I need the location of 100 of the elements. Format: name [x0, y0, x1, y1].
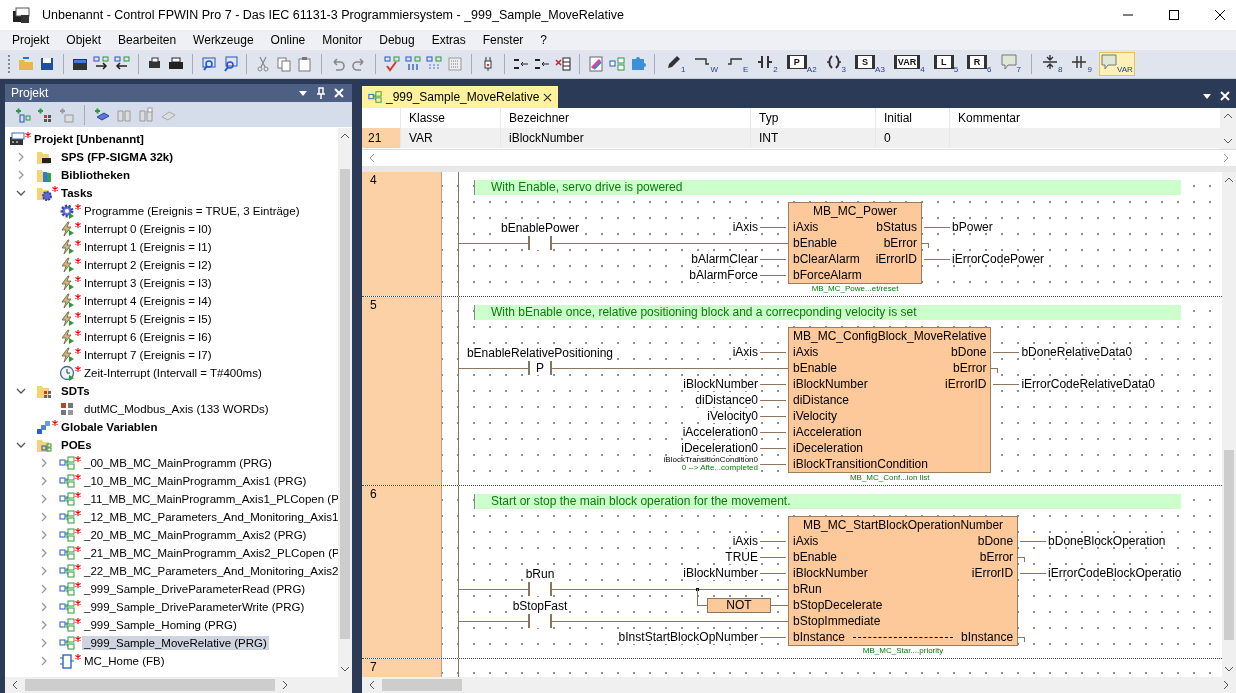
tree-item[interactable]: _999_Sample_MoveRelative (PRG) — [82, 636, 269, 650]
paste-icon[interactable] — [297, 56, 313, 72]
tree-item[interactable]: _999_Sample_DriveParameterWrite (PRG) — [82, 600, 307, 614]
menu-item[interactable]: ? — [540, 33, 557, 47]
tree-item[interactable]: Interrupt 2 (Ereignis = I2) — [82, 258, 214, 272]
save-icon[interactable] — [39, 56, 55, 72]
scissors-icon[interactable] — [255, 56, 271, 72]
search-icon[interactable] — [222, 56, 238, 72]
copy-icon[interactable] — [276, 56, 292, 72]
scrollbar-thumb[interactable] — [25, 679, 275, 691]
tree-item[interactable]: Interrupt 0 (Ereignis = I0) — [82, 222, 214, 236]
expander-icon[interactable] — [16, 386, 26, 396]
dropdown-icon[interactable] — [298, 88, 308, 98]
scrollbar-thumb[interactable] — [340, 168, 350, 639]
scrollbar-thumb[interactable] — [382, 679, 462, 691]
tree-item[interactable]: Interrupt 3 (Ereignis = I3) — [82, 276, 214, 290]
add-book-icon[interactable] — [94, 106, 110, 123]
scroll-left-icon[interactable] — [368, 680, 376, 690]
menu-item[interactable]: Extras — [431, 33, 475, 47]
pin-icon[interactable] — [316, 87, 326, 99]
scroll-right-icon[interactable] — [1222, 153, 1230, 163]
menu-item[interactable]: Objekt — [66, 33, 111, 47]
coil-tool[interactable]: 3 — [823, 52, 849, 76]
function-block[interactable]: MB_MC_ConfigBlock_MoveRelative iAxis bDone bEnable bError iBlockNumber iErrorID diDistance iVelocity iAcceleration iDeceleration iBlockTransitionCondition — [788, 327, 992, 473]
menu-item[interactable]: Fenster — [482, 33, 533, 47]
search-icon[interactable] — [201, 56, 217, 72]
dropdown-icon[interactable] — [1202, 91, 1212, 101]
contact-symbol[interactable]: P — [528, 361, 552, 375]
maximize-icon[interactable] — [1168, 9, 1180, 21]
tree-item[interactable]: Interrupt 1 (Ereignis = I1) — [82, 240, 214, 254]
tree-item[interactable]: Projekt [Unbenannt] — [32, 132, 146, 146]
split-tool[interactable]: 8 — [1040, 52, 1065, 76]
tree-item[interactable]: Interrupt 5 (Ereignis = I5) — [82, 312, 214, 326]
tree-item[interactable]: _12_MB_MC_Parameters_And_Monitoring_Axis1 — [82, 510, 338, 524]
tree-item[interactable]: dutMC_Modbus_Axis (133 WORDs) — [82, 402, 271, 416]
wire-tool[interactable]: W — [692, 52, 720, 76]
rung-icon[interactable] — [534, 56, 550, 72]
scroll-down-icon[interactable] — [1224, 665, 1234, 673]
menu-item[interactable]: Online — [270, 33, 315, 47]
function-block[interactable]: MB_MC_StartBlockOperationNumber iAxis bDone bEnable bError iBlockNumber iErrorID bRun bStopDecelerate bStopImmediate bInstance bInstance — [788, 516, 1019, 646]
plc-icon[interactable] — [72, 56, 88, 72]
not-gate[interactable]: NOT — [707, 598, 771, 613]
jump-tool[interactable]: R 6 — [965, 52, 994, 76]
menu-item[interactable]: Bearbeiten — [118, 33, 186, 47]
close-icon[interactable] — [1214, 9, 1226, 21]
scrollbar-thumb[interactable] — [1224, 449, 1234, 640]
tree-item[interactable]: SPS (FP-SIGMA 32k) — [59, 150, 176, 164]
tree-item[interactable]: Tasks — [59, 186, 95, 200]
tree-item[interactable]: _999_Sample_Homing (PRG) — [82, 618, 239, 632]
undo-icon[interactable] — [330, 56, 346, 72]
pencil-tool[interactable]: 1 — [663, 52, 688, 76]
tree-item[interactable]: POEs — [59, 438, 94, 452]
tree-item[interactable]: Zeit-Interrupt (Intervall = T#400ms) — [82, 366, 264, 380]
scroll-down-icon[interactable] — [340, 665, 350, 673]
scroll-up-icon[interactable] — [340, 132, 350, 140]
arrows-down-icon[interactable] — [405, 56, 421, 72]
speech-bubble-tool[interactable]: VAR — [1098, 52, 1135, 76]
add-icon[interactable] — [15, 106, 31, 123]
coil-tool[interactable]: S A3 — [853, 52, 887, 76]
tree-item[interactable]: _999_Sample_DriveParameterRead (PRG) — [82, 582, 308, 596]
tree-item[interactable]: Interrupt 4 (Ereignis = I4) — [82, 294, 214, 308]
wire-tool[interactable]: E — [725, 52, 751, 76]
check-icon[interactable] — [384, 56, 400, 72]
arrows-down-icon[interactable] — [426, 56, 442, 72]
menu-item[interactable]: Werkzeuge — [193, 33, 263, 47]
printer-icon[interactable] — [168, 56, 184, 72]
rung-icon[interactable] — [513, 56, 529, 72]
tree-item[interactable]: Programme (Ereignis = TRUE, 3 Einträge) — [82, 204, 302, 218]
open-folder-icon[interactable] — [18, 56, 34, 72]
menu-item[interactable]: Projekt — [12, 33, 59, 47]
redo-icon[interactable] — [351, 56, 367, 72]
menu-item[interactable]: Debug — [379, 33, 424, 47]
contact-tool[interactable]: P A2 — [784, 52, 819, 76]
scroll-down-icon[interactable] — [1223, 137, 1233, 145]
network-icon[interactable] — [609, 56, 625, 72]
tree-item[interactable]: _00_MB_MC_MainProgramm (PRG) — [82, 456, 274, 470]
menu-item[interactable]: Monitor — [322, 33, 372, 47]
scroll-right-icon[interactable] — [281, 680, 289, 690]
tree-item[interactable]: Globale Variablen — [59, 420, 160, 434]
tree-item[interactable]: SDTs — [59, 384, 92, 398]
palette-icon[interactable] — [588, 56, 604, 72]
dots-icon[interactable] — [447, 56, 463, 72]
upload-icon[interactable] — [114, 56, 130, 72]
add-icon[interactable] — [37, 106, 53, 123]
scroll-left-icon[interactable] — [368, 153, 376, 163]
scroll-right-icon[interactable] — [1222, 680, 1230, 690]
puzzle-icon[interactable] — [630, 56, 646, 72]
contact-tool[interactable]: 2 — [755, 52, 780, 76]
tree-item[interactable]: _20_MB_MC_MainProgramm_Axis2 (PRG) — [82, 528, 309, 542]
tree-item[interactable]: Bibliotheken — [59, 168, 132, 182]
tree-item[interactable]: Interrupt 6 (Ereignis = I6) — [82, 330, 214, 344]
speech-bubble-tool[interactable]: 7 — [998, 52, 1023, 76]
scroll-up-icon[interactable] — [1224, 176, 1234, 184]
close-icon[interactable] — [543, 92, 553, 102]
tree-item[interactable]: Interrupt 7 (Ereignis = I7) — [82, 348, 214, 362]
jump-tool[interactable]: L 5 — [931, 52, 961, 76]
scroll-up-icon[interactable] — [1223, 112, 1233, 120]
tree-item[interactable]: _10_MB_MC_MainProgramm_Axis1 (PRG) — [82, 474, 309, 488]
scroll-left-icon[interactable] — [11, 680, 19, 690]
function-block[interactable]: MB_MC_Power iAxis bStatus bEnable bError bClearAlarm iErrorID bForceAlarm — [788, 202, 923, 284]
